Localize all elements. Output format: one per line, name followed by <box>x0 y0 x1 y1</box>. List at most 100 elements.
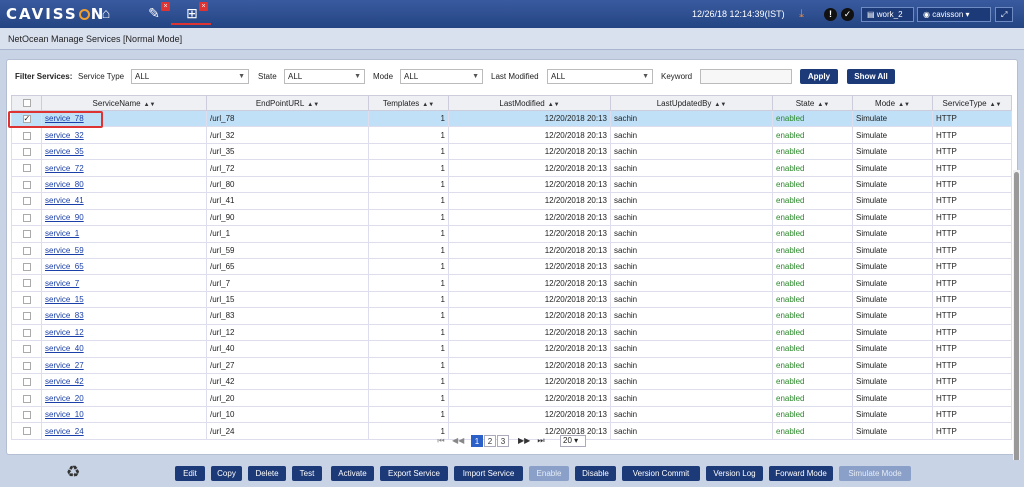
service-name-link[interactable]: service_12 <box>45 328 84 337</box>
page-size-select[interactable]: 20 ▾ <box>560 435 586 447</box>
service-name-link[interactable]: service_65 <box>45 262 84 271</box>
table-row[interactable]: service_27/url_27 1 12/20/2018 20:13 sachin… <box>11 356 1012 375</box>
service-name-link[interactable]: service_42 <box>45 377 84 386</box>
service-name-link[interactable]: service_15 <box>45 295 84 304</box>
table-row[interactable]: service_65/url_65 1 12/20/2018 20:13 sachin… <box>11 257 1012 276</box>
table-row[interactable]: service_10/url_10 1 12/20/2018 20:13 sachin… <box>11 405 1012 424</box>
table-row[interactable]: service_40/url_40 1 12/20/2018 20:13 sachin… <box>11 340 1012 358</box>
column-header-servicetype[interactable]: ServiceType ▲▼ <box>932 95 1012 111</box>
column-header-lastmodified[interactable]: LastModified ▲▼ <box>448 95 611 111</box>
table-row[interactable]: service_15/url_15 1 12/20/2018 20:13 sachin… <box>11 290 1012 309</box>
row-checkbox[interactable] <box>22 213 31 222</box>
prev-page-icon[interactable]: ◀◀ <box>452 435 464 447</box>
scrollbar-thumb[interactable] <box>1014 172 1019 472</box>
table-row[interactable]: service_41/url_41 1 12/20/2018 20:13 sachin… <box>11 192 1012 210</box>
row-checkbox[interactable] <box>22 131 31 140</box>
table-row[interactable]: service_35/url_35 1 12/20/2018 20:13 sachin… <box>11 142 1012 161</box>
export-service-button[interactable]: Export Service <box>380 466 448 481</box>
row-checkbox[interactable] <box>22 230 31 239</box>
user-menu-button[interactable]: ◉ cavisson ▾ <box>917 7 991 22</box>
service-name-link[interactable]: service_27 <box>45 361 84 370</box>
copy-button[interactable]: Copy <box>211 466 242 481</box>
recycle-icon[interactable]: ♻ <box>66 462 80 482</box>
service-name-link[interactable]: service_40 <box>45 344 84 353</box>
service-name-link[interactable]: service_83 <box>45 311 84 320</box>
table-row[interactable]: service_83/url_83 1 12/20/2018 20:13 sachin… <box>11 307 1012 325</box>
page-3-button[interactable]: 3 <box>497 435 509 447</box>
row-checkbox[interactable] <box>22 345 31 354</box>
delete-button[interactable]: Delete <box>248 466 286 481</box>
enable-button[interactable]: Enable <box>529 466 569 481</box>
keyword-input[interactable] <box>700 69 792 84</box>
select-all-checkbox[interactable] <box>22 99 31 108</box>
table-row[interactable]: service_7/url_7 1 12/20/2018 20:13 sachin en… <box>11 274 1012 292</box>
forward-mode-button[interactable]: Forward Mode <box>769 466 833 481</box>
expand-icon[interactable]: ⤢ <box>995 7 1013 22</box>
last-page-icon[interactable]: ⏭ <box>536 435 546 447</box>
simulate-mode-button[interactable]: Simulate Mode <box>839 466 911 481</box>
home-icon[interactable]: ⌂ <box>96 4 116 22</box>
check-circle-icon[interactable]: ✓ <box>841 8 854 21</box>
table-row[interactable]: service_1/url_1 1 12/20/2018 20:13 sachin en… <box>11 225 1012 243</box>
download-icon[interactable]: ⤓ <box>795 8 808 21</box>
column-header-servicename[interactable]: ServiceName ▲▼ <box>41 95 207 111</box>
network-icon[interactable]: ⊞ × <box>182 2 208 22</box>
row-checkbox[interactable] <box>22 147 31 156</box>
table-row[interactable]: service_72/url_72 1 12/20/2018 20:13 sachin… <box>11 159 1012 177</box>
state-select[interactable]: ALL ▼ <box>284 69 365 84</box>
table-row[interactable]: service_80/url_80 1 12/20/2018 20:13 sachin… <box>11 175 1012 194</box>
service-name-link[interactable]: service_10 <box>45 410 84 419</box>
test-button[interactable]: Test <box>292 466 322 481</box>
apply-button[interactable]: Apply <box>800 69 838 84</box>
service-name-link[interactable]: service_7 <box>45 279 79 288</box>
row-checkbox[interactable] <box>22 164 31 173</box>
row-checkbox[interactable] <box>22 328 31 337</box>
page-1-button[interactable]: 1 <box>471 435 483 447</box>
service-name-link[interactable]: service_1 <box>45 229 79 238</box>
column-header-lastupdatedby[interactable]: LastUpdatedBy ▲▼ <box>610 95 773 111</box>
row-checkbox[interactable] <box>22 295 31 304</box>
activate-button[interactable]: Activate <box>331 466 374 481</box>
column-header-endpointurl[interactable]: EndPointURL ▲▼ <box>206 95 369 111</box>
row-checkbox[interactable] <box>22 197 31 206</box>
disable-button[interactable]: Disable <box>575 466 616 481</box>
table-row[interactable]: service_59/url_59 1 12/20/2018 20:13 sachin… <box>11 241 1012 259</box>
show-all-button[interactable]: Show All <box>847 69 895 84</box>
table-row[interactable]: service_12/url_12 1 12/20/2018 20:13 sachin… <box>11 323 1012 342</box>
workspace-button[interactable]: ▤ work_2 <box>861 7 914 22</box>
service-name-link[interactable]: service_20 <box>45 394 84 403</box>
wrench-icon[interactable]: ✎ × <box>144 2 170 22</box>
row-checkbox[interactable] <box>22 279 31 288</box>
row-checkbox[interactable] <box>22 263 31 272</box>
version-log-button[interactable]: Version Log <box>706 466 763 481</box>
service-name-link[interactable]: service_80 <box>45 180 84 189</box>
service-name-link[interactable]: service_32 <box>45 131 84 140</box>
row-checkbox[interactable] <box>22 246 31 255</box>
table-row[interactable]: service_90/url_90 1 12/20/2018 20:13 sachin… <box>11 208 1012 227</box>
edit-button[interactable]: Edit <box>175 466 205 481</box>
service-name-link[interactable]: service_59 <box>45 246 84 255</box>
row-checkbox[interactable] <box>22 394 31 403</box>
first-page-icon[interactable]: ⏮ <box>436 435 446 447</box>
table-row[interactable]: service_32/url_32 1 12/20/2018 20:13 sachin… <box>11 126 1012 144</box>
last-modified-select[interactable]: ALL ▼ <box>547 69 653 84</box>
mode-select[interactable]: ALL ▼ <box>400 69 483 84</box>
service-name-link[interactable]: service_90 <box>45 213 84 222</box>
row-checkbox[interactable] <box>22 312 31 321</box>
table-row[interactable]: ✓ service_78/url_78 1 12/20/2018 20:13 sachi… <box>11 109 1012 128</box>
column-header-templates[interactable]: Templates ▲▼ <box>368 95 449 111</box>
row-checkbox[interactable] <box>22 378 31 387</box>
column-header-state[interactable]: State ▲▼ <box>772 95 853 111</box>
service-name-link[interactable]: service_35 <box>45 147 84 156</box>
table-row[interactable]: service_20/url_20 1 12/20/2018 20:13 sachin… <box>11 389 1012 407</box>
next-page-icon[interactable]: ▶▶ <box>518 435 530 447</box>
version-commit-button[interactable]: Version Commit <box>622 466 700 481</box>
row-checkbox[interactable] <box>22 410 31 419</box>
row-checkbox[interactable] <box>22 180 31 189</box>
row-checkbox[interactable] <box>22 361 31 370</box>
import-service-button[interactable]: Import Service <box>454 466 523 481</box>
table-row[interactable]: service_42/url_42 1 12/20/2018 20:13 sachin… <box>11 372 1012 391</box>
column-header-mode[interactable]: Mode ▲▼ <box>852 95 933 111</box>
page-2-button[interactable]: 2 <box>484 435 496 447</box>
service-type-select[interactable]: ALL ▼ <box>131 69 249 84</box>
